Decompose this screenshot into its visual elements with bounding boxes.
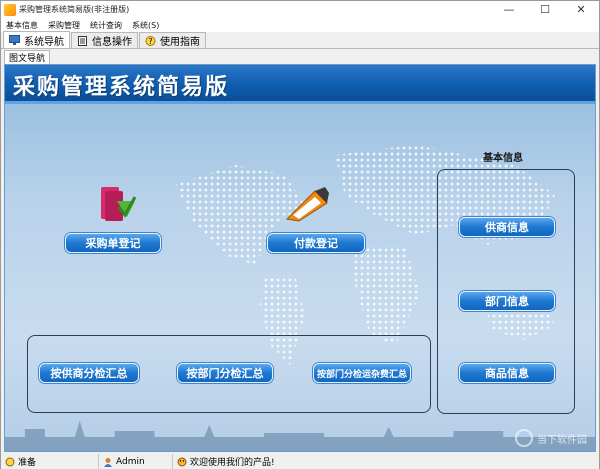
user-icon [104,457,112,467]
app-icon [4,3,16,16]
navigation-panel: 采购管理系统简易版 采购单登记 付款登记 基本信息 供商信息 部门信息 商品信息… [4,64,596,452]
department-info-button[interactable]: 部门信息 [459,291,555,311]
status-user: Admin [116,456,145,467]
summary-by-department-button[interactable]: 按部门分检汇总 [177,363,273,383]
purchase-register-button[interactable]: 采购单登记 [65,233,161,253]
status-ready-cell: 准备 [1,454,99,469]
purchase-folder-icon[interactable] [97,183,137,223]
summary-by-supplier-button[interactable]: 按供商分检汇总 [39,363,139,383]
tab-navigation[interactable]: 系统导航 [3,31,70,48]
window-title: 采购管理系统简易版(非注册版) [19,5,130,14]
title-bar: 采购管理系统简易版(非注册版) — ☐ ✕ [1,1,599,18]
status-user-cell: Admin [99,454,173,469]
watermark-logo-icon [515,429,533,447]
monitor-icon [9,35,20,45]
skyline-decoration [5,421,595,451]
watermark-text: 当下软件园 [537,434,587,446]
banner: 采购管理系统简易版 [5,65,595,101]
menu-system[interactable]: 系统(S) [127,20,164,31]
status-ready: 准备 [18,458,37,468]
welcome-icon [177,457,187,466]
close-button[interactable]: ✕ [563,1,599,18]
tab-bar: 系统导航 信息操作 ? 使用指南 [1,31,599,49]
menu-purchase[interactable]: 采购管理 [43,20,85,31]
svg-text:?: ? [148,37,152,46]
form-icon [78,35,87,46]
watermark: 当下软件园 [515,429,587,447]
basic-info-title: 基本信息 [483,153,523,164]
menu-basic-info[interactable]: 基本信息 [1,20,43,31]
minimize-button[interactable]: — [491,1,527,18]
tab-user-guide-label: 使用指南 [160,37,200,48]
banner-divider [5,101,595,104]
payment-pencil-icon[interactable] [285,187,329,223]
app-window: 采购管理系统简易版(非注册版) — ☐ ✕ 基本信息 采购管理 统计查询 系统(… [0,0,600,469]
tab-info-operation[interactable]: 信息操作 [71,32,138,48]
status-bar: 准备 Admin 欢迎使用我们的产品! [1,454,599,469]
ready-icon [5,457,15,466]
tab-info-operation-label: 信息操作 [92,37,132,48]
tab-user-guide[interactable]: ? 使用指南 [139,32,206,48]
supplier-info-button[interactable]: 供商信息 [459,217,555,237]
status-welcome-cell: 欢迎使用我们的产品! [173,454,279,469]
menu-bar: 基本信息 采购管理 统计查询 系统(S) [1,18,599,32]
goods-info-button[interactable]: 商品信息 [459,363,555,383]
banner-title: 采购管理系统简易版 [13,75,230,100]
tab-navigation-label: 系统导航 [24,36,64,48]
help-icon: ? [145,35,156,46]
maximize-button[interactable]: ☐ [527,1,563,18]
status-welcome: 欢迎使用我们的产品! [190,458,275,468]
menu-statistics[interactable]: 统计查询 [85,20,127,31]
subtab-graphic-navigation[interactable]: 图文导航 [4,50,51,64]
payment-register-button[interactable]: 付款登记 [267,233,365,253]
summary-by-department-freight-button[interactable]: 按部门分检运杂费汇总 [313,363,411,383]
